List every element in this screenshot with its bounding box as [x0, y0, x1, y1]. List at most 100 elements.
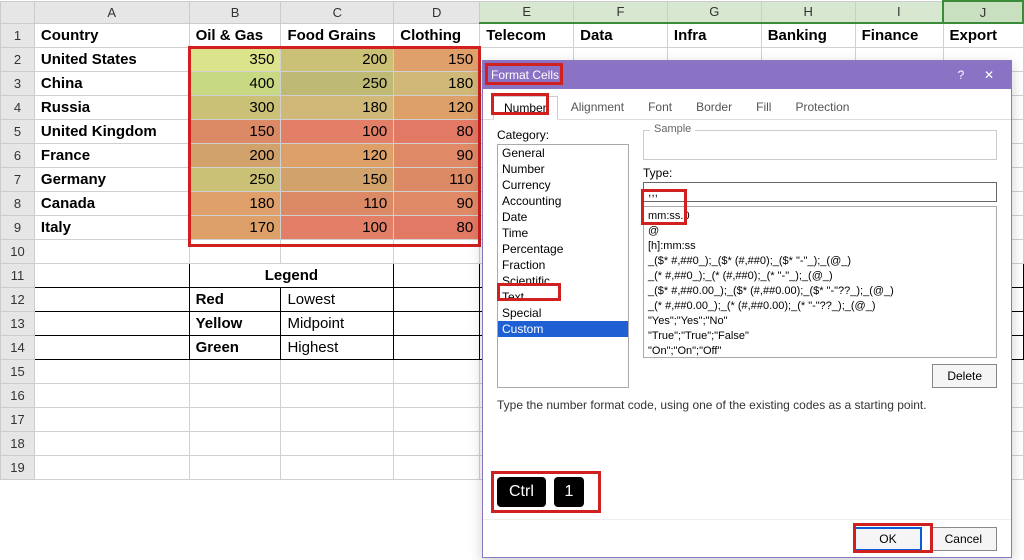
cell[interactable]: 180 — [189, 191, 281, 215]
cell[interactable] — [34, 239, 189, 263]
cell[interactable]: 200 — [281, 47, 394, 71]
category-list[interactable]: General Number Currency Accounting Date … — [497, 144, 629, 388]
cell[interactable]: 250 — [189, 167, 281, 191]
row-header-13[interactable]: 13 — [1, 311, 35, 335]
row-header-3[interactable]: 3 — [1, 71, 35, 95]
cell[interactable] — [394, 431, 480, 455]
legend-meaning[interactable]: Lowest — [281, 287, 394, 311]
row-header-11[interactable]: 11 — [1, 263, 35, 287]
col-header-C[interactable]: C — [281, 1, 394, 23]
cell[interactable] — [189, 407, 281, 431]
row-header-5[interactable]: 5 — [1, 119, 35, 143]
select-all-corner[interactable] — [1, 1, 35, 23]
close-button[interactable]: ✕ — [975, 65, 1003, 85]
cell[interactable] — [281, 239, 394, 263]
tab-font[interactable]: Font — [637, 95, 683, 119]
category-item[interactable]: Percentage — [498, 241, 628, 257]
cell[interactable] — [281, 407, 394, 431]
col-header-D[interactable]: D — [394, 1, 480, 23]
cell[interactable]: Telecom — [480, 23, 574, 47]
cell[interactable] — [189, 383, 281, 407]
cell[interactable] — [394, 359, 480, 383]
tab-alignment[interactable]: Alignment — [560, 95, 635, 119]
cell[interactable]: 100 — [281, 215, 394, 239]
cell[interactable] — [34, 383, 189, 407]
cell[interactable]: 400 — [189, 71, 281, 95]
cell[interactable] — [34, 407, 189, 431]
cell[interactable] — [34, 263, 189, 287]
row-header-6[interactable]: 6 — [1, 143, 35, 167]
delete-button[interactable]: Delete — [932, 364, 997, 388]
cell[interactable]: 150 — [189, 119, 281, 143]
row-header-19[interactable]: 19 — [1, 455, 35, 479]
format-item[interactable]: "Yes";"Yes";"No" — [646, 314, 994, 329]
format-item[interactable]: "True";"True";"False" — [646, 329, 994, 344]
category-item[interactable]: Scientific — [498, 273, 628, 289]
row-header-7[interactable]: 7 — [1, 167, 35, 191]
tab-number[interactable]: Number — [493, 96, 558, 120]
cell[interactable] — [34, 287, 189, 311]
category-item[interactable]: Fraction — [498, 257, 628, 273]
category-item[interactable]: Accounting — [498, 193, 628, 209]
format-list[interactable]: mm:ss.0 @ [h]:mm:ss _($* #,##0_);_($* (#… — [643, 206, 997, 358]
cell[interactable]: 90 — [394, 143, 480, 167]
cell[interactable]: Country — [34, 23, 189, 47]
dialog-titlebar[interactable]: Format Cells ? ✕ — [483, 61, 1011, 89]
category-item[interactable]: Text — [498, 289, 628, 305]
cell[interactable]: 300 — [189, 95, 281, 119]
cell[interactable] — [394, 407, 480, 431]
cell[interactable]: Clothing — [394, 23, 480, 47]
cell[interactable] — [34, 431, 189, 455]
row-header-15[interactable]: 15 — [1, 359, 35, 383]
cell[interactable] — [394, 263, 480, 287]
cell[interactable] — [189, 359, 281, 383]
row-header-2[interactable]: 2 — [1, 47, 35, 71]
cell[interactable]: Infra — [667, 23, 761, 47]
col-header-F[interactable]: F — [574, 1, 668, 23]
cell[interactable]: Food Grains — [281, 23, 394, 47]
tab-protection[interactable]: Protection — [784, 95, 860, 119]
tab-border[interactable]: Border — [685, 95, 743, 119]
cell[interactable]: Export — [943, 23, 1023, 47]
cell[interactable] — [394, 335, 480, 359]
legend-meaning[interactable]: Highest — [281, 335, 394, 359]
category-item[interactable]: Currency — [498, 177, 628, 193]
row-header-12[interactable]: 12 — [1, 287, 35, 311]
cell[interactable]: United States — [34, 47, 189, 71]
help-button[interactable]: ? — [947, 65, 975, 85]
legend-color[interactable]: Yellow — [189, 311, 281, 335]
col-header-G[interactable]: G — [667, 1, 761, 23]
cell[interactable] — [394, 383, 480, 407]
format-item[interactable]: _(* #,##0.00_);_(* (#,##0.00);_(* "-"??_… — [646, 299, 994, 314]
cell[interactable]: 180 — [394, 71, 480, 95]
cell[interactable] — [281, 431, 394, 455]
format-item[interactable]: [h]:mm:ss — [646, 239, 994, 254]
type-input[interactable] — [643, 182, 997, 202]
legend-color[interactable]: Green — [189, 335, 281, 359]
row-header-4[interactable]: 4 — [1, 95, 35, 119]
cell[interactable] — [281, 383, 394, 407]
row-header-18[interactable]: 18 — [1, 431, 35, 455]
legend-meaning[interactable]: Midpoint — [281, 311, 394, 335]
cell[interactable]: United Kingdom — [34, 119, 189, 143]
cell[interactable]: Canada — [34, 191, 189, 215]
row-header-14[interactable]: 14 — [1, 335, 35, 359]
cell[interactable] — [394, 239, 480, 263]
cell[interactable]: 250 — [281, 71, 394, 95]
format-item[interactable]: _(* #,##0_);_(* (#,##0);_(* "-"_);_(@_) — [646, 269, 994, 284]
cancel-button[interactable]: Cancel — [930, 527, 997, 551]
cell[interactable] — [34, 311, 189, 335]
cell[interactable]: 80 — [394, 119, 480, 143]
category-item[interactable]: Special — [498, 305, 628, 321]
cell[interactable]: France — [34, 143, 189, 167]
cell[interactable]: Italy — [34, 215, 189, 239]
cell[interactable]: 110 — [281, 191, 394, 215]
cell[interactable]: 120 — [281, 143, 394, 167]
format-item[interactable]: _($* #,##0_);_($* (#,##0);_($* "-"_);_(@… — [646, 254, 994, 269]
legend-title[interactable]: Legend — [189, 263, 394, 287]
row-header-8[interactable]: 8 — [1, 191, 35, 215]
row-header-10[interactable]: 10 — [1, 239, 35, 263]
cell[interactable]: 170 — [189, 215, 281, 239]
legend-color[interactable]: Red — [189, 287, 281, 311]
cell[interactable] — [189, 239, 281, 263]
